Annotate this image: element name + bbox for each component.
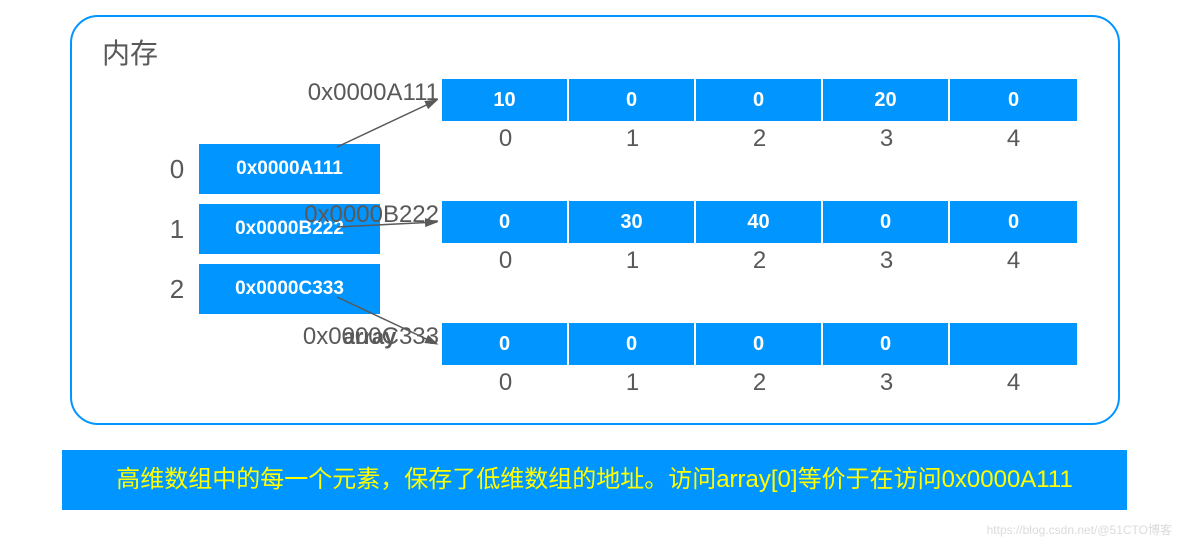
index-cell: 1 xyxy=(569,125,696,153)
index-cell: 0 xyxy=(442,369,569,397)
address-label: 0x0000C333 xyxy=(303,323,439,351)
index-cell: 0 xyxy=(442,247,569,275)
data-cell: 0 xyxy=(696,79,823,121)
index-cell: 4 xyxy=(950,247,1077,275)
index-cell: 0 xyxy=(442,125,569,153)
address-label: 0x0000A111 xyxy=(308,79,439,107)
data-cell: 30 xyxy=(569,201,696,243)
data-cell: 20 xyxy=(823,79,950,121)
address-label: 0x0000B222 xyxy=(304,201,439,229)
data-array-2: 0x0000C333 0 0 0 0 0 1 2 3 4 xyxy=(442,323,1077,397)
index-cell: 4 xyxy=(950,369,1077,397)
index-cell: 1 xyxy=(569,247,696,275)
memory-title: 内存 xyxy=(102,32,158,72)
pointer-index: 0 xyxy=(157,154,197,185)
data-array-1: 0x0000B222 0 30 40 0 0 0 1 2 3 4 xyxy=(442,201,1077,275)
data-cell: 0 xyxy=(823,323,950,365)
index-cell: 3 xyxy=(823,369,950,397)
pointer-cell: 0x0000A111 xyxy=(197,142,382,196)
data-cell: 0 xyxy=(823,201,950,243)
explanation-banner: 高维数组中的每一个元素，保存了低维数组的地址。访问array[0]等价于在访问0… xyxy=(62,450,1127,510)
data-array-0: 0x0000A111 10 0 0 20 0 0 1 2 3 4 xyxy=(442,79,1077,153)
index-cell: 3 xyxy=(823,247,950,275)
pointer-row: 0 0x0000A111 xyxy=(157,139,382,199)
memory-container: 内存 0 0x0000A111 1 0x0000B222 2 0x0000C33… xyxy=(70,15,1120,425)
index-cell: 1 xyxy=(569,369,696,397)
data-cell: 0 xyxy=(442,323,569,365)
data-cell: 0 xyxy=(950,79,1077,121)
index-cell: 4 xyxy=(950,125,1077,153)
watermark: https://blog.csdn.net/@51CTO博客 xyxy=(987,521,1172,538)
index-cell: 2 xyxy=(696,247,823,275)
pointer-index: 1 xyxy=(157,214,197,245)
pointer-cell: 0x0000C333 xyxy=(197,262,382,316)
data-cell: 0 xyxy=(950,201,1077,243)
pointer-index: 2 xyxy=(157,274,197,305)
data-cell: 0 xyxy=(442,201,569,243)
data-cell: 0 xyxy=(696,323,823,365)
index-cell: 2 xyxy=(696,125,823,153)
data-cell: 0 xyxy=(569,79,696,121)
pointer-array: 0 0x0000A111 1 0x0000B222 2 0x0000C333 a… xyxy=(157,139,382,319)
data-cell: 40 xyxy=(696,201,823,243)
index-cell: 2 xyxy=(696,369,823,397)
pointer-row: 2 0x0000C333 xyxy=(157,259,382,319)
data-cell: 10 xyxy=(442,79,569,121)
data-cell: 0 xyxy=(569,323,696,365)
index-cell: 3 xyxy=(823,125,950,153)
data-cell xyxy=(950,323,1077,365)
